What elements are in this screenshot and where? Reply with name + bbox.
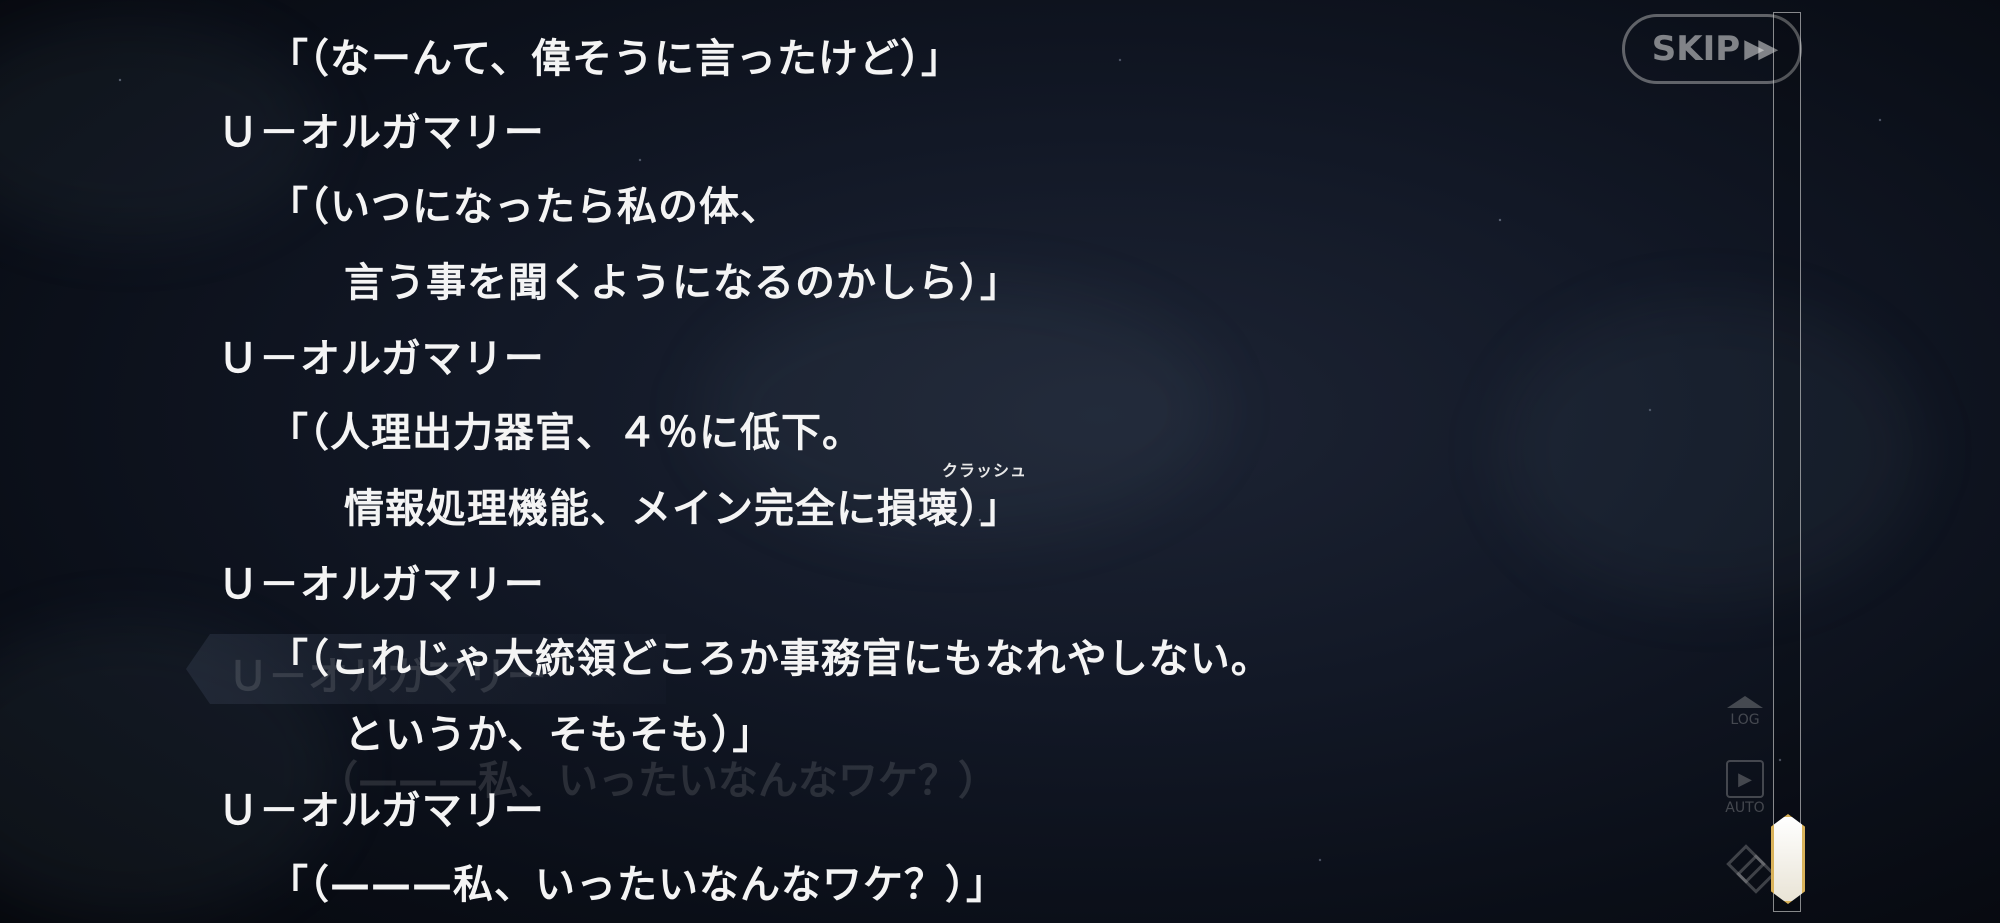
log-button[interactable]: LOG: [1722, 696, 1768, 728]
log-line: 情報処理機能、メイン完全に損壊）」: [344, 486, 1021, 532]
speaker-name: Ｕ－オルガマリー: [218, 562, 545, 608]
log-line: 「（なーんて、偉そうに言ったけど）」: [268, 36, 962, 82]
speaker-name: Ｕ－オルガマリー: [218, 788, 545, 834]
skip-label: SKIP: [1651, 29, 1741, 69]
log-line: 「（———私、いったいなんなワケ？）」: [268, 862, 1007, 908]
play-icon: ▶: [1726, 760, 1764, 798]
log-line: 「（いつになったら私の体、: [268, 184, 781, 230]
backlog-panel[interactable]: 「（なーんて、偉そうに言ったけど）」 Ｕ－オルガマリー 「（いつになったら私の体…: [0, 0, 1700, 923]
log-line: 「（人理出力器官、４％に低下。: [268, 410, 863, 456]
log-scrollbar-track[interactable]: [1773, 12, 1801, 912]
auto-label: AUTO: [1725, 800, 1765, 816]
log-line: 「（これじゃ大統領どころか事務官にもなれやしない。: [268, 636, 1272, 682]
log-line: というか、そもそも）」: [344, 712, 774, 758]
log-label: LOG: [1730, 712, 1760, 728]
speaker-name: Ｕ－オルガマリー: [218, 110, 545, 156]
log-scrollbar-thumb[interactable]: [1771, 814, 1805, 904]
log-line: 言う事を聞くようになるのかしら）」: [344, 260, 1021, 306]
speaker-name: Ｕ－オルガマリー: [218, 336, 545, 382]
eject-icon: [1727, 696, 1763, 708]
fast-forward-icon: ▶▶: [1744, 34, 1778, 64]
auto-button[interactable]: ▶ AUTO: [1722, 760, 1768, 816]
